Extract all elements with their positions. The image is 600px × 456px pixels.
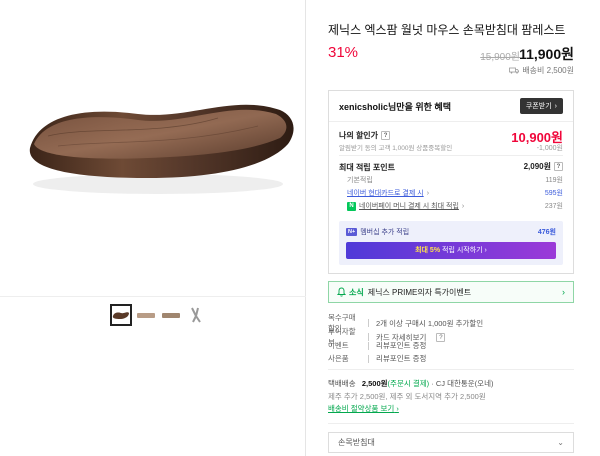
coupon-button[interactable]: 쿠폰받기 › (519, 98, 563, 114)
chevron-right-icon: › (562, 287, 565, 297)
point-row-basic: 기본적립 119원 (347, 175, 563, 185)
info-value: 리뷰포인트 증정 (376, 354, 427, 363)
membership-label: N+ 멤버십 추가 적립 (346, 227, 409, 237)
benefit-box: xenicsholic님만을 위한 혜택 쿠폰받기 › 나의 할인가? 알림받기… (328, 90, 574, 274)
chevron-right-icon: › (484, 247, 487, 254)
point-row-label: 기본적립 (347, 177, 373, 184)
help-icon[interactable]: ? (554, 162, 563, 172)
thumbnail-4[interactable] (185, 304, 207, 326)
product-info-pane: 제닉스 엑스팜 월넛 마우스 손목받침대 팜레스트 31% 15,900원 11… (306, 0, 600, 456)
chevron-right-icon: › (554, 102, 557, 110)
point-row-value: 119원 (545, 177, 563, 184)
membership-button-highlight: 최대 5% (415, 247, 441, 254)
point-row-label: 네이버페이 머니 결제 시 최대 적립 (359, 203, 459, 210)
news-tag: 소식 (349, 287, 364, 297)
membership-value: 476원 (537, 229, 556, 236)
thumbnail-strip (110, 304, 207, 326)
product-title: 제닉스 엑스팜 월넛 마우스 손목받침대 팜레스트 (328, 23, 566, 37)
original-price: 15,900원 (480, 52, 520, 63)
membership-label-text: 멤버십 추가 적립 (360, 229, 410, 236)
thumbnail-3[interactable] (160, 304, 182, 326)
my-discount-sub: 알림받기 동의 고객 1,000원 상품중복할인 (339, 145, 453, 152)
membership-button-label: 적립 시작하기 (440, 247, 483, 254)
divider (339, 155, 563, 156)
product-image-pane (0, 0, 306, 456)
shipping-label: 택배배송 (328, 379, 356, 388)
membership-start-button[interactable]: 최대 5% 적립 시작하기 › (346, 242, 556, 259)
news-text: 제닉스 PRIME의자 특가이벤트 (367, 287, 472, 297)
help-icon[interactable]: ? (436, 332, 446, 342)
my-discount-label: 나의 할인가? (339, 130, 391, 141)
my-discount-label-text: 나의 할인가 (339, 131, 379, 140)
shipping-saving-link[interactable]: 배송비 절약상품 보기 › (328, 403, 399, 414)
info-key: 사은품 (328, 354, 349, 363)
coupon-button-label: 쿠폰받기 (525, 103, 552, 110)
info-row-gift: 사은품 리뷰포인트 증정 (328, 353, 426, 364)
membership-box: N+ 멤버십 추가 적립 476원 최대 5% 적립 시작하기 › (339, 221, 563, 265)
option-select-value: 손목받침대 (338, 438, 375, 447)
divider (328, 369, 574, 370)
thumbnail-1[interactable] (110, 304, 132, 326)
point-row-npay[interactable]: N 네이버페이 머니 결제 시 최대 적립 › 237원 (347, 201, 563, 211)
my-discount-amount: -1,000원 (536, 145, 563, 152)
points-total-value: 2,090원 (523, 162, 551, 171)
shipping-carrier: · CJ 대한통운(오네) (431, 379, 494, 388)
divider (329, 121, 573, 122)
sale-price: 11,900원 (519, 46, 574, 62)
benefit-header: xenicsholic님만을 위한 혜택 (339, 102, 451, 112)
shipping-fee: 배송비 2,500원 (509, 65, 574, 76)
shipping-saving-link-text: 배송비 절약상품 보기 (328, 404, 395, 413)
info-row-event: 이벤트 리뷰포인트 증정 (328, 340, 426, 351)
shipping-fee-value: 2,500원 (361, 379, 388, 388)
nplus-icon: N+ (346, 228, 358, 236)
npay-icon: N (347, 201, 356, 211)
shipping-fee-text: 배송비 2,500원 (522, 66, 574, 75)
points-total: 2,090원? (524, 161, 563, 172)
divider (368, 341, 369, 350)
chevron-down-icon: ⌄ (557, 438, 564, 447)
info-value: 리뷰포인트 증정 (376, 341, 427, 350)
divider (328, 423, 574, 424)
point-row-label: 네이버 현대카드로 결제 시 (347, 190, 424, 197)
image-divider (0, 296, 306, 297)
divider (368, 354, 369, 363)
shipping-extra: 제주 추가 2,500원, 제주 외 도서지역 추가 2,500원 (328, 392, 486, 401)
point-row-value: 595원 (544, 190, 563, 197)
point-row-value: 237원 (544, 203, 563, 210)
points-label: 최대 적립 포인트 (339, 163, 395, 172)
shipping-row: 택배배송 2,500원(주문시 결제) · CJ 대한통운(오네) (328, 378, 493, 389)
info-key: 이벤트 (328, 341, 349, 350)
help-icon[interactable]: ? (381, 131, 391, 141)
news-banner[interactable]: 소식 제닉스 PRIME의자 특가이벤트 › (328, 281, 574, 303)
truck-icon (509, 67, 520, 74)
chevron-right-icon: › (426, 189, 430, 197)
shipping-payment: (주문시 결제) (387, 379, 430, 388)
bell-icon (337, 287, 346, 297)
discount-rate: 31% (328, 44, 359, 61)
product-main-image (29, 104, 294, 194)
option-select[interactable]: 손목받침대 ⌄ (328, 432, 574, 453)
thumbnail-2[interactable] (135, 304, 157, 326)
point-row-card[interactable]: 네이버 현대카드로 결제 시 › 595원 (347, 188, 563, 198)
chevron-right-icon: › (461, 202, 465, 210)
